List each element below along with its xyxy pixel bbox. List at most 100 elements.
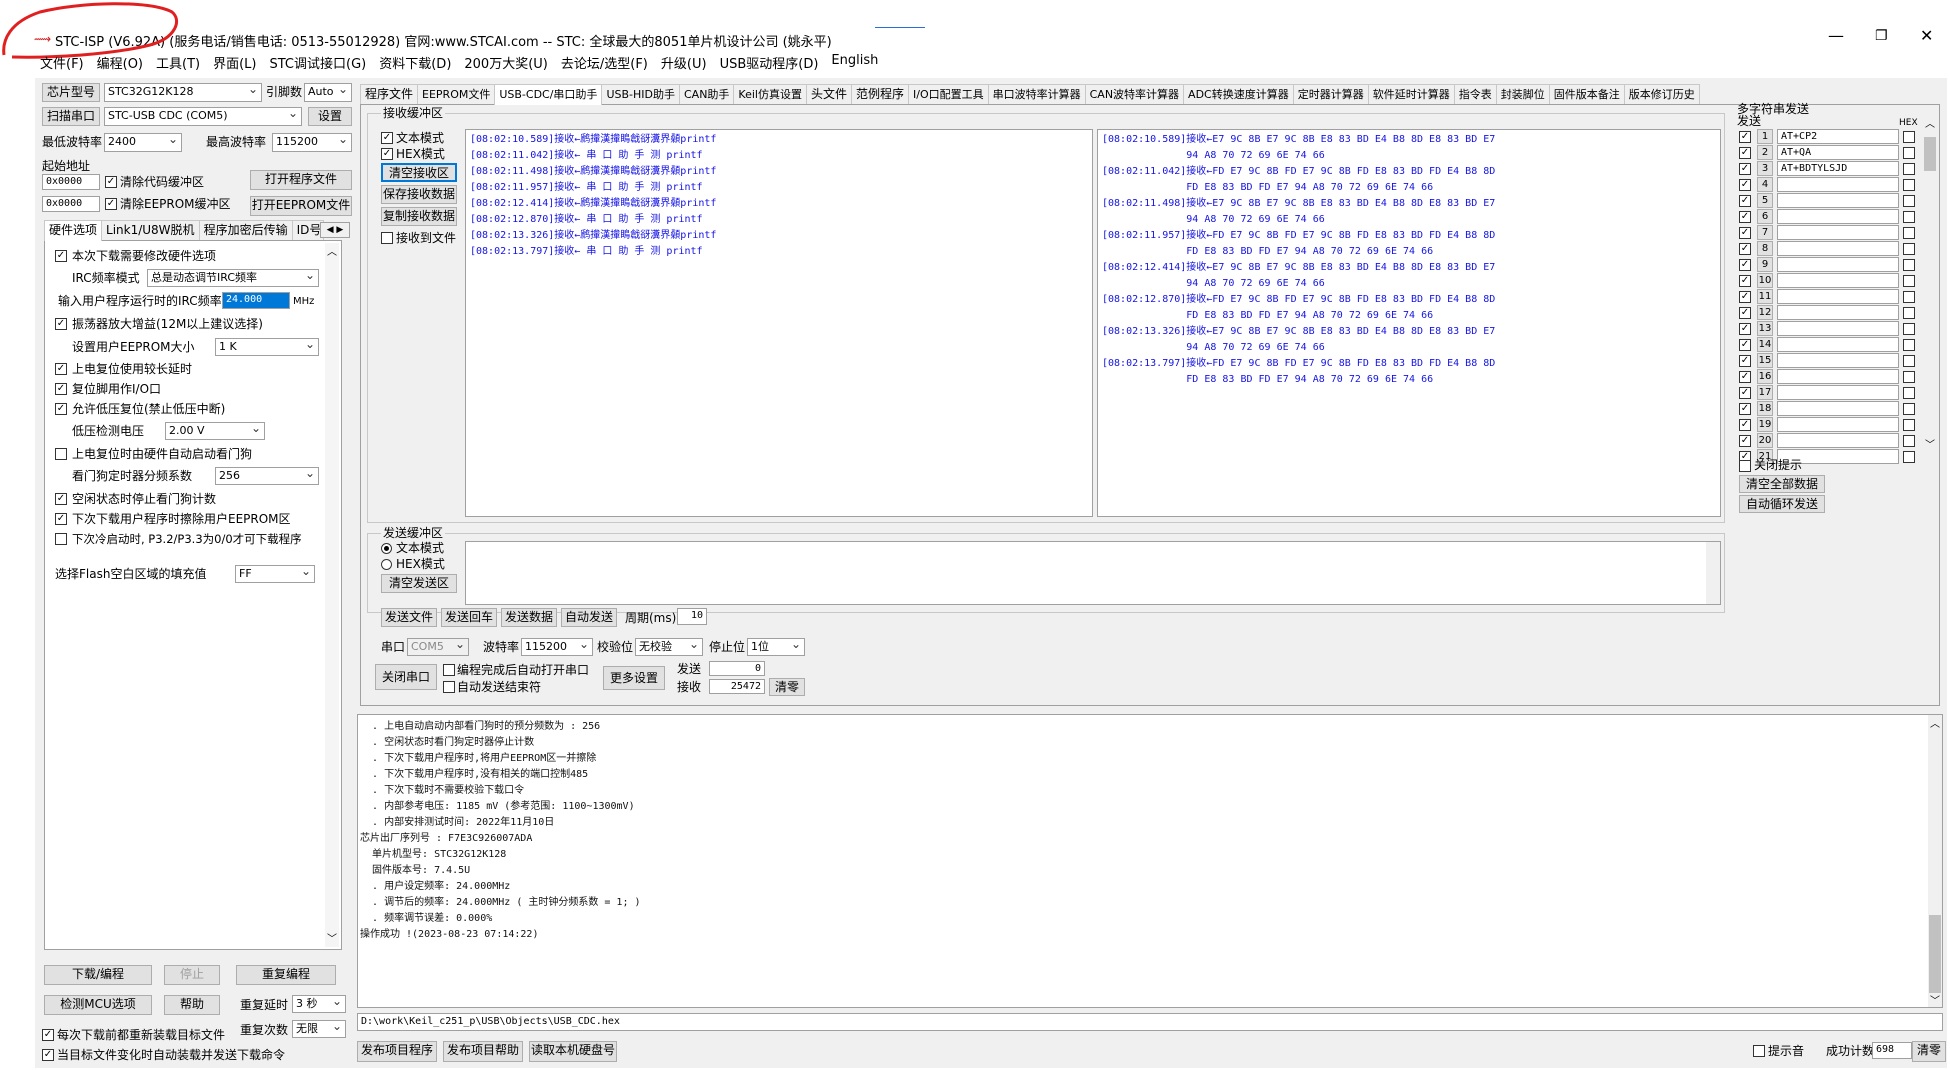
wdt-div-select[interactable]: 256 [215, 467, 319, 485]
repeat-count-select[interactable]: 无限 [292, 1020, 346, 1038]
multi-send-checkbox[interactable]: ✓ [1739, 371, 1751, 383]
multi-send-number-button[interactable]: 13 [1757, 321, 1773, 336]
send-data-button[interactable]: 发送数据 [501, 608, 557, 627]
multi-send-checkbox[interactable]: ✓ [1739, 243, 1751, 255]
help-button[interactable]: 帮助 [164, 995, 220, 1015]
restore-icon[interactable]: ❐ [1875, 28, 1888, 44]
tab-delay[interactable]: 软件延时计算器 [1367, 84, 1455, 104]
menu-tools[interactable]: 工具(T) [156, 53, 200, 72]
multi-send-checkbox[interactable]: ✓ [1739, 387, 1751, 399]
read-disk-button[interactable]: 读取本机硬盘号 [529, 1041, 617, 1062]
multi-send-number-button[interactable]: 3 [1757, 161, 1773, 176]
multi-hex-checkbox[interactable] [1903, 227, 1915, 239]
tab-can-baud[interactable]: CAN波特率计算器 [1084, 84, 1185, 104]
multi-send-number-button[interactable]: 15 [1757, 353, 1773, 368]
menu-debug[interactable]: STC调试接口(G) [270, 53, 367, 72]
multi-send-scrollbar[interactable]: ︿ ﹀ [1923, 115, 1937, 451]
tab-id[interactable]: ID号 [291, 220, 324, 240]
tab-firmware-notes[interactable]: 固件版本备注 [1548, 84, 1625, 104]
menu-file[interactable]: 文件(F) [40, 53, 84, 72]
multi-send-number-button[interactable]: 16 [1757, 369, 1773, 384]
multi-hex-checkbox[interactable] [1903, 179, 1915, 191]
close-icon[interactable]: ✕ [1920, 26, 1933, 45]
close-port-button[interactable]: 关闭串口 [375, 664, 437, 690]
multi-send-number-button[interactable]: 11 [1757, 289, 1773, 304]
lv-detect-select[interactable]: 2.00 V [165, 422, 265, 440]
pins-select[interactable]: Auto [304, 83, 352, 102]
multi-send-number-button[interactable]: 12 [1757, 305, 1773, 320]
multi-send-number-button[interactable]: 5 [1757, 193, 1773, 208]
addr2-input[interactable]: 0x0000 [42, 196, 100, 212]
irc-mode-select[interactable]: 总是动态调节IRC频率 [147, 269, 319, 287]
tab-timer[interactable]: 定时器计算器 [1292, 84, 1369, 104]
osc-gain-checkbox[interactable]: ✓ [55, 318, 67, 330]
tab-examples[interactable]: 范例程序 [850, 84, 909, 104]
close-tip-checkbox[interactable] [1739, 460, 1751, 472]
minimize-icon[interactable]: — [1828, 26, 1844, 45]
scan-port-button[interactable]: 扫描串口 [42, 107, 100, 126]
tab-instructions[interactable]: 指令表 [1453, 84, 1497, 104]
multi-hex-checkbox[interactable] [1903, 211, 1915, 223]
scroll-up-icon[interactable]: ︿ [327, 243, 337, 258]
clear-all-button[interactable]: 清空全部数据 [1739, 475, 1825, 493]
cold-start-checkbox[interactable] [55, 533, 67, 545]
menu-download[interactable]: 资料下载(D) [379, 53, 451, 72]
multi-send-number-button[interactable]: 2 [1757, 145, 1773, 160]
multi-send-number-button[interactable]: 7 [1757, 225, 1773, 240]
multi-send-input[interactable] [1777, 401, 1899, 416]
multi-send-input[interactable] [1777, 385, 1899, 400]
multi-send-number-button[interactable]: 8 [1757, 241, 1773, 256]
multi-send-number-button[interactable]: 14 [1757, 337, 1773, 352]
scroll-thumb[interactable] [1929, 915, 1941, 993]
multi-send-input[interactable] [1777, 289, 1899, 304]
multi-hex-checkbox[interactable] [1903, 307, 1915, 319]
auto-end-checkbox[interactable] [443, 681, 455, 693]
tab-io-config[interactable]: I/O口配置工具 [908, 84, 989, 104]
multi-send-number-button[interactable]: 18 [1757, 401, 1773, 416]
period-input[interactable]: 10 [677, 608, 707, 625]
rx-to-file-checkbox[interactable] [381, 232, 393, 244]
save-receive-button[interactable]: 保存接收数据 [381, 185, 457, 204]
chip-type-select[interactable]: STC32G12K128 [104, 83, 262, 102]
multi-hex-checkbox[interactable] [1903, 323, 1915, 335]
multi-send-checkbox[interactable]: ✓ [1739, 355, 1751, 367]
tab-package[interactable]: 封装脚位 [1495, 84, 1550, 104]
multi-send-checkbox[interactable]: ✓ [1739, 435, 1751, 447]
multi-send-checkbox[interactable]: ✓ [1739, 227, 1751, 239]
multi-send-input[interactable]: AT+CP2 [1777, 129, 1899, 144]
menu-prize[interactable]: 200万大奖(U) [464, 53, 547, 72]
chip-type-button[interactable]: 芯片型号 [42, 83, 100, 102]
wdt-auto-checkbox[interactable] [55, 448, 67, 460]
multi-hex-checkbox[interactable] [1903, 259, 1915, 271]
reset-io-checkbox[interactable]: ✓ [55, 383, 67, 395]
multi-send-input[interactable] [1777, 417, 1899, 432]
multi-send-checkbox[interactable]: ✓ [1739, 211, 1751, 223]
multi-send-input[interactable] [1777, 369, 1899, 384]
clear-receive-button[interactable]: 清空接收区 [381, 163, 457, 182]
tip-sound-checkbox[interactable] [1753, 1045, 1765, 1057]
multi-send-checkbox[interactable]: ✓ [1739, 291, 1751, 303]
baud-select[interactable]: 115200 [521, 638, 593, 656]
scroll-up-icon[interactable]: ︿ [1925, 115, 1935, 130]
multi-send-input[interactable] [1777, 209, 1899, 224]
low-voltage-reset-checkbox[interactable]: ✓ [55, 403, 67, 415]
tab-program-file[interactable]: 程序文件 [360, 84, 419, 104]
tab-eeprom-file[interactable]: EEPROM文件 [417, 84, 496, 104]
irc-freq-input[interactable]: 24.000 [222, 292, 290, 309]
modify-hw-checkbox[interactable]: ✓ [55, 250, 67, 262]
menu-forum[interactable]: 去论坛/选型(F) [561, 53, 648, 72]
multi-hex-checkbox[interactable] [1903, 387, 1915, 399]
multi-send-input[interactable] [1777, 433, 1899, 448]
tab-scroll-arrows[interactable]: ◀ ▶ [320, 222, 350, 238]
serial-port-select[interactable]: COM5 [407, 638, 469, 656]
multi-send-checkbox[interactable]: ✓ [1739, 275, 1751, 287]
reprogram-button[interactable]: 重复编程 [236, 965, 336, 985]
multi-send-checkbox[interactable]: ✓ [1739, 403, 1751, 415]
send-file-button[interactable]: 发送文件 [381, 608, 437, 627]
scroll-down-icon[interactable]: ﹀ [1930, 992, 1940, 1007]
eeprom-size-select[interactable]: 1 K [215, 338, 319, 356]
multi-hex-checkbox[interactable] [1903, 339, 1915, 351]
multi-send-number-button[interactable]: 9 [1757, 257, 1773, 272]
max-baud-select[interactable]: 115200 [272, 133, 352, 152]
clear-code-checkbox[interactable]: ✓ [105, 176, 117, 188]
